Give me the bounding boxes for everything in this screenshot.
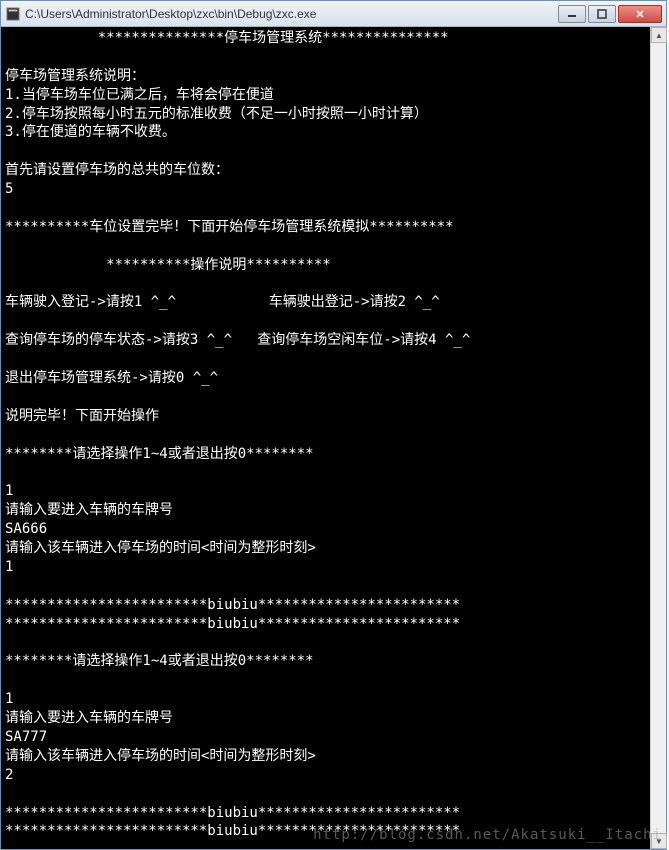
console-line: 车辆驶入登记->请按1 ^_^ 车辆驶出登记->请按2 ^_^ [5, 293, 662, 312]
scroll-down-arrow[interactable]: ▼ [651, 833, 667, 849]
app-icon [5, 6, 21, 22]
console-line: 说明完毕！下面开始操作 [5, 407, 662, 426]
titlebar[interactable]: C:\Users\Administrator\Desktop\zxc\bin\D… [1, 1, 666, 27]
app-window: C:\Users\Administrator\Desktop\zxc\bin\D… [0, 0, 667, 850]
vertical-scrollbar[interactable]: ▲ ▼ [650, 27, 666, 849]
console-line: 3.停在便道的车辆不收费。 [5, 123, 662, 142]
console-line: 请输入该车辆进入停车场的时间<时间为整形时刻> [5, 539, 662, 558]
console-line: 首先请设置停车场的总共的车位数： [5, 161, 662, 180]
console-line: ********请选择操作1~4或者退出按0******** [5, 652, 662, 671]
console-line [5, 142, 662, 161]
console-line: **********操作说明********** [5, 256, 662, 275]
console-line: ********请选择操作1~4或者退出按0******** [5, 445, 662, 464]
console-line: 请输入要进入车辆的车牌号 [5, 709, 662, 728]
console-line [5, 237, 662, 256]
console-line: 2 [5, 766, 662, 785]
console-line [5, 577, 662, 596]
console-line: 请输入要进入车辆的车牌号 [5, 501, 662, 520]
console-line [5, 388, 662, 407]
console-line [5, 350, 662, 369]
console-line: 2.停车场按照每小时五元的标准收费（不足一小时按照一小时计算） [5, 105, 662, 124]
console-line [5, 48, 662, 67]
console-line: **********车位设置完毕！下面开始停车场管理系统模拟********** [5, 218, 662, 237]
console-line: ************************biubiu**********… [5, 822, 662, 841]
maximize-button[interactable] [588, 5, 616, 23]
window-controls [558, 5, 662, 23]
console-line: 1 [5, 558, 662, 577]
console-output[interactable]: ***************停车场管理系统*************** 停车… [1, 27, 666, 849]
console-line: SA666 [5, 520, 662, 539]
window-title: C:\Users\Administrator\Desktop\zxc\bin\D… [25, 7, 558, 21]
console-line: 5 [5, 180, 662, 199]
console-line [5, 312, 662, 331]
console-line [5, 275, 662, 294]
console-line: 退出停车场管理系统->请按0 ^_^ [5, 369, 662, 388]
minimize-button[interactable] [558, 5, 586, 23]
console-line [5, 199, 662, 218]
close-button[interactable] [618, 5, 662, 23]
console-line: SA777 [5, 728, 662, 747]
console-line: ************************biubiu**********… [5, 804, 662, 823]
console-line [5, 785, 662, 804]
console-line: 1 [5, 690, 662, 709]
console-line: 停车场管理系统说明： [5, 67, 662, 86]
console-line [5, 463, 662, 482]
console-line: 1.当停车场车位已满之后，车将会停在便道 [5, 86, 662, 105]
console-line: 请输入该车辆进入停车场的时间<时间为整形时刻> [5, 747, 662, 766]
console-line: 1 [5, 482, 662, 501]
console-line: ************************biubiu**********… [5, 615, 662, 634]
console-line [5, 671, 662, 690]
console-line: ***************停车场管理系统*************** [5, 29, 662, 48]
scroll-up-arrow[interactable]: ▲ [651, 27, 667, 43]
console-line [5, 634, 662, 653]
console-line [5, 841, 662, 849]
console-line [5, 426, 662, 445]
console-line: ************************biubiu**********… [5, 596, 662, 615]
console-line: 查询停车场的停车状态->请按3 ^_^ 查询停车场空闲车位->请按4 ^_^ [5, 331, 662, 350]
